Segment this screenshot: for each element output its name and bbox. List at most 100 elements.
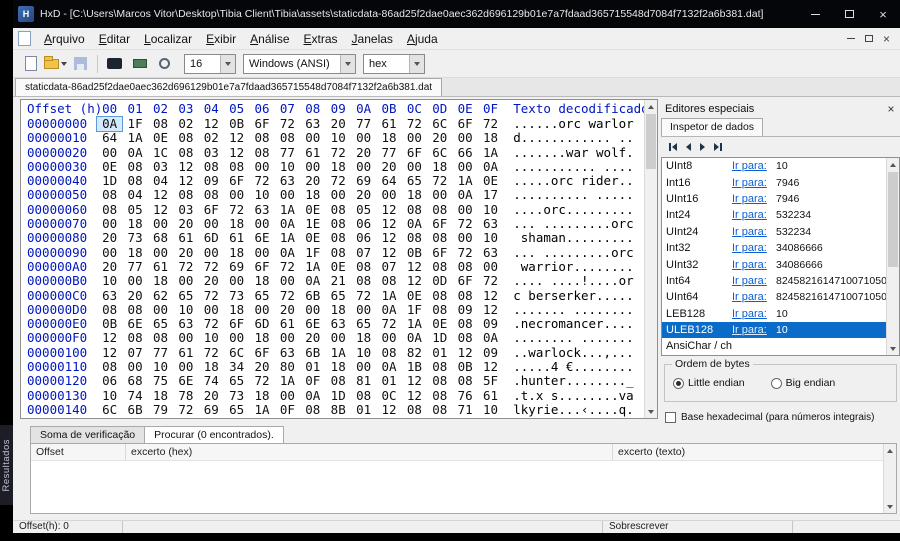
hex-byte[interactable]: 63 (173, 317, 198, 331)
hex-byte[interactable]: 12 (173, 160, 198, 174)
hex-byte[interactable]: 6F (199, 203, 224, 217)
hex-byte[interactable]: 0A (452, 188, 477, 202)
decoded-text[interactable]: ....orc......... (503, 203, 633, 217)
scroll-up-icon[interactable] (645, 100, 657, 113)
hex-byte[interactable]: 20 (199, 389, 224, 403)
hex-byte[interactable]: 1D (97, 174, 122, 188)
hex-byte[interactable]: 12 (376, 231, 401, 245)
hex-byte[interactable]: 10 (478, 403, 503, 417)
hex-byte[interactable]: 00 (326, 188, 351, 202)
goto-link[interactable]: Ir para: (732, 259, 776, 271)
hex-byte[interactable]: 74 (122, 389, 147, 403)
inspector-row-int32[interactable]: Int32Ir para:34086666 (662, 240, 899, 256)
hex-byte[interactable]: 00 (249, 160, 274, 174)
tab-data-inspector[interactable]: Inspetor de dados (661, 118, 763, 136)
radio-big-endian[interactable]: Big endian (771, 377, 836, 389)
hex-byte[interactable]: 1A (300, 260, 325, 274)
hex-byte[interactable]: 10 (478, 231, 503, 245)
hex-byte[interactable]: 18 (122, 246, 147, 260)
hex-byte[interactable]: 72 (224, 203, 249, 217)
hex-byte[interactable]: 10 (97, 389, 122, 403)
hex-byte[interactable]: 65 (326, 289, 351, 303)
hex-byte[interactable]: 20 (97, 260, 122, 274)
hex-byte[interactable]: 00 (376, 188, 401, 202)
hex-byte[interactable]: 00 (122, 360, 147, 374)
inspector-row-uint32[interactable]: UInt32Ir para:34086666 (662, 256, 899, 272)
inspector-row-int24[interactable]: Int24Ir para:532234 (662, 207, 899, 223)
hex-byte[interactable]: 00 (402, 131, 427, 145)
hex-byte[interactable]: 12 (376, 246, 401, 260)
child-close-icon[interactable]: × (883, 34, 890, 44)
hex-byte[interactable]: 6E (173, 374, 198, 388)
hex-byte[interactable]: 00 (148, 246, 173, 260)
hex-byte[interactable]: 1F (402, 303, 427, 317)
hex-byte[interactable]: 63 (478, 246, 503, 260)
hex-byte[interactable]: 0A (376, 360, 401, 374)
hex-byte[interactable]: 72 (275, 260, 300, 274)
inspector-row-uint16[interactable]: UInt16Ir para:7946 (662, 191, 899, 207)
hex-byte[interactable]: 0E (402, 289, 427, 303)
hex-byte[interactable]: 12 (478, 303, 503, 317)
decoded-text[interactable]: .hunter........_ (503, 374, 633, 388)
hex-byte[interactable]: 65 (402, 174, 427, 188)
hex-byte[interactable]: 72 (402, 117, 427, 131)
hex-byte[interactable]: 08 (173, 188, 198, 202)
decoded-text[interactable]: .t.x s........va (503, 389, 633, 403)
hex-byte[interactable]: 00 (452, 131, 477, 145)
menu-item-extras[interactable]: Extras (297, 28, 345, 50)
hex-byte[interactable]: 00 (173, 360, 198, 374)
hex-byte[interactable]: 18 (402, 188, 427, 202)
goto-link[interactable]: Ir para: (732, 160, 776, 172)
hex-byte[interactable]: 64 (97, 131, 122, 145)
hex-byte[interactable]: 65 (351, 317, 376, 331)
goto-link[interactable]: Ir para: (732, 324, 776, 336)
hex-byte[interactable]: 08 (452, 317, 477, 331)
hex-byte[interactable]: 6C (97, 403, 122, 417)
hex-byte[interactable]: 6F (249, 346, 274, 360)
decoded-text[interactable]: ... .........orc (503, 217, 633, 231)
bytes-per-row-combo[interactable]: 16 (184, 54, 236, 74)
decoded-text[interactable]: d............ .. (503, 131, 633, 145)
hex-byte[interactable]: 72 (452, 246, 477, 260)
hex-byte[interactable]: 05 (351, 203, 376, 217)
hex-byte[interactable]: 1A (249, 403, 274, 417)
hex-byte[interactable]: 79 (148, 403, 173, 417)
hex-byte[interactable]: 72 (199, 260, 224, 274)
hex-byte[interactable]: 72 (173, 403, 198, 417)
hex-byte[interactable]: 0E (326, 260, 351, 274)
hex-byte[interactable]: 0A (478, 331, 503, 345)
hex-byte[interactable]: 1A (275, 203, 300, 217)
hex-byte[interactable]: 20 (122, 289, 147, 303)
hex-byte[interactable]: 20 (173, 246, 198, 260)
hex-byte[interactable]: 07 (122, 346, 147, 360)
hex-byte[interactable]: 1A (326, 346, 351, 360)
hex-byte[interactable]: 08 (427, 303, 452, 317)
hex-byte[interactable]: 12 (97, 331, 122, 345)
hex-byte[interactable]: 08 (249, 131, 274, 145)
tab-procurar-0-encontrados[interactable]: Procurar (0 encontrados). (144, 426, 284, 444)
hex-byte[interactable]: 72 (478, 274, 503, 288)
hex-byte[interactable]: 00 (199, 246, 224, 260)
hex-byte[interactable]: 72 (351, 289, 376, 303)
inspector-row-leb128[interactable]: LEB128Ir para:10 (662, 306, 899, 322)
hex-byte[interactable]: 0E (300, 231, 325, 245)
hex-byte[interactable]: 72 (376, 317, 401, 331)
hex-byte[interactable]: 08 (199, 188, 224, 202)
hex-byte[interactable]: 00 (452, 231, 477, 245)
hex-byte[interactable]: 6F (452, 117, 477, 131)
hex-byte[interactable]: 72 (249, 374, 274, 388)
decoded-text[interactable]: .......war wolf. (503, 146, 633, 160)
hex-byte[interactable]: 08 (402, 403, 427, 417)
hex-byte[interactable]: 00 (199, 217, 224, 231)
hex-byte[interactable]: 81 (351, 374, 376, 388)
hex-byte[interactable]: 12 (376, 203, 401, 217)
nav-last-button[interactable] (714, 143, 722, 151)
hex-byte[interactable]: 00 (452, 203, 477, 217)
hex-byte[interactable]: 75 (148, 374, 173, 388)
hex-byte[interactable]: 08 (224, 160, 249, 174)
hex-byte[interactable]: 12 (97, 346, 122, 360)
hex-byte[interactable]: 0B (224, 117, 249, 131)
hex-byte[interactable]: 08 (122, 174, 147, 188)
hex-byte[interactable]: 08 (402, 231, 427, 245)
hex-byte[interactable]: 08 (97, 203, 122, 217)
